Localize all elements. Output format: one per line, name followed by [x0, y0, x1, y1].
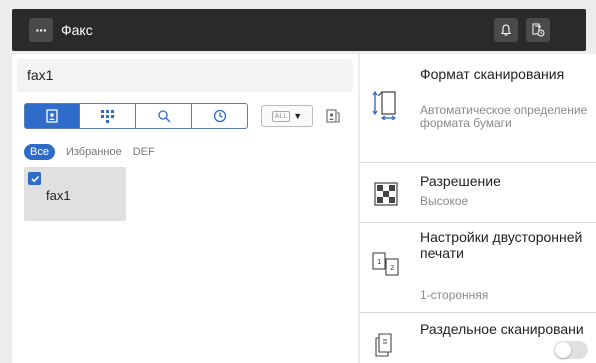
dropdown-arrow-icon: ▼	[293, 111, 303, 121]
duplex-label: Настройки двусторонней печати	[420, 229, 583, 261]
tab-index[interactable]	[80, 103, 136, 129]
app-title: Факс	[61, 22, 93, 38]
separate-scan-toggle[interactable]	[554, 341, 588, 359]
address-book-panel: fax1 ALL ▼ Все Избранное DEF fax1	[12, 54, 358, 363]
setting-scan-size[interactable]: Формат сканирования Автоматическое опред…	[360, 54, 596, 162]
duplex-icon: 1 2	[372, 252, 399, 276]
search-icon	[157, 110, 170, 123]
checkmark-icon	[28, 172, 41, 185]
address-detail-button[interactable]	[320, 105, 346, 127]
tab-address-book[interactable]	[24, 103, 80, 129]
address-detail-icon	[326, 109, 340, 123]
filter-favorites[interactable]: Избранное	[66, 146, 122, 158]
setting-resolution[interactable]: Разрешение Высокое	[360, 163, 596, 222]
destination-card[interactable]: fax1	[24, 167, 126, 221]
filter-def[interactable]: DEF	[133, 146, 155, 158]
duplex-value: 1-сторонняя	[420, 288, 489, 302]
address-book-icon	[46, 109, 58, 123]
grid-icon	[100, 110, 114, 123]
destination-field[interactable]: fax1	[17, 59, 353, 92]
resolution-value: Высокое	[420, 194, 469, 208]
top-icons	[494, 18, 550, 42]
top-bar: ··· Факс	[12, 9, 586, 51]
settings-panel: Формат сканирования Автоматическое опред…	[360, 54, 596, 363]
menu-button[interactable]: ···	[29, 18, 53, 42]
separate-scan-icon	[375, 333, 392, 357]
scan-size-value: Автоматическое определение формата бумаг…	[420, 103, 588, 130]
category-filter: Все Избранное DEF	[24, 144, 155, 160]
resolution-icon	[374, 182, 398, 206]
svg-text:2: 2	[390, 264, 394, 272]
resolution-label: Разрешение	[420, 173, 501, 189]
job-status-icon[interactable]	[526, 18, 550, 42]
svg-text:1: 1	[377, 258, 381, 266]
destination-name: fax1	[46, 188, 71, 203]
filter-all[interactable]: Все	[24, 144, 55, 160]
tab-history[interactable]	[192, 103, 248, 129]
search-mode-tabs	[24, 103, 248, 129]
all-label: ALL	[271, 110, 291, 122]
clock-icon	[213, 109, 226, 123]
setting-duplex[interactable]: 1 2 Настройки двусторонней печати 1-стор…	[360, 223, 596, 312]
index-filter-dropdown[interactable]: ALL ▼	[261, 105, 313, 127]
scan-size-icon	[372, 90, 397, 120]
toggle-knob	[555, 342, 571, 358]
scan-size-label: Формат сканирования	[420, 66, 565, 82]
bell-icon[interactable]	[494, 18, 518, 42]
tab-search[interactable]	[136, 103, 192, 129]
separate-scan-label: Раздельное сканировани	[420, 321, 584, 337]
